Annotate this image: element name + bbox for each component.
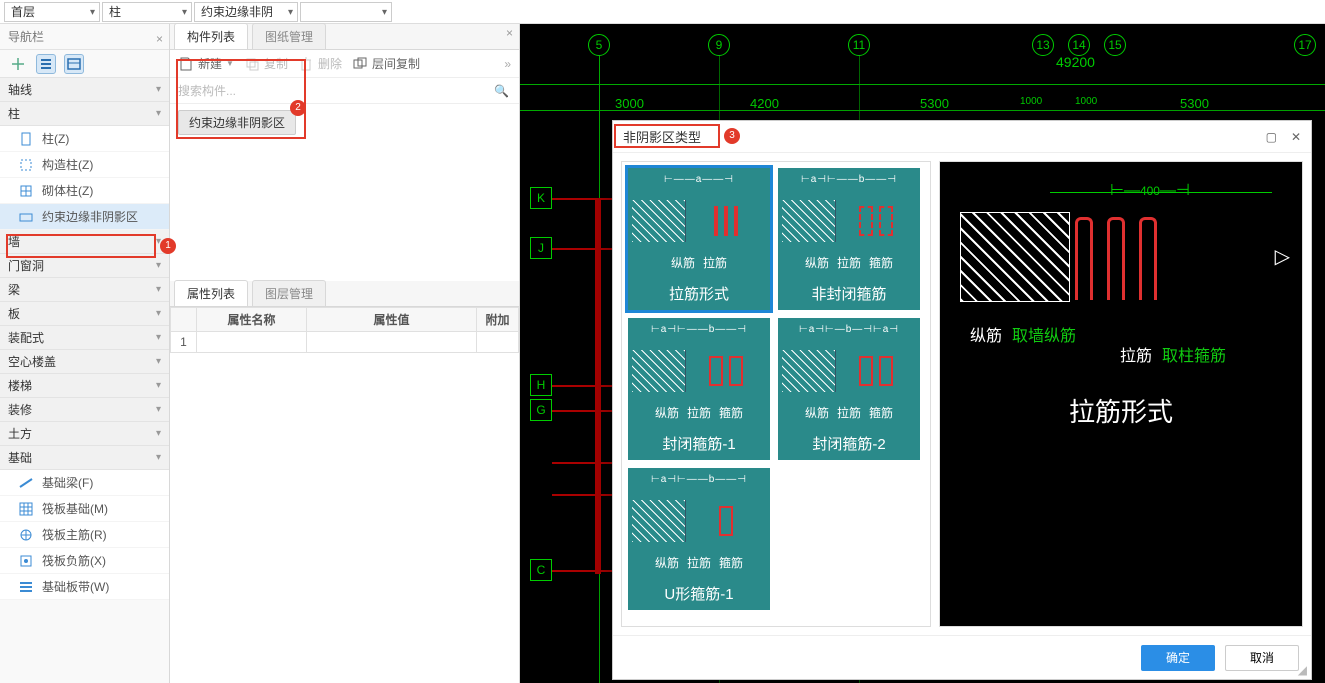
table-row[interactable]: 1 [171, 332, 519, 353]
search-input[interactable]: 搜索构件... 🔍 [170, 78, 519, 104]
category-dropdown[interactable]: 柱 [102, 2, 192, 22]
grid-bubble: 9 [708, 34, 730, 56]
detail-icon[interactable] [64, 54, 84, 74]
cat-beam[interactable]: 梁 [0, 278, 169, 302]
item-gouzao[interactable]: 构造柱(Z) [0, 152, 169, 178]
floor-copy-button[interactable]: 层间复制 [352, 55, 420, 72]
grid-bubble: 13 [1032, 34, 1054, 56]
dialog-header: 非阴影区类型 ▢ ✕ [613, 121, 1311, 153]
grid-letter: G [530, 399, 552, 421]
list-icon[interactable] [36, 54, 56, 74]
dim-label: 4200 [750, 96, 779, 111]
cat-prefab[interactable]: 装配式 [0, 326, 169, 350]
cancel-button[interactable]: 取消 [1225, 645, 1299, 671]
item-yueshu[interactable]: 约束边缘非阴影区 [0, 204, 169, 230]
type-grid: ⊢——a——⊣ 纵筋拉筋 拉筋形式 ⊢a⊣⊢——b——⊣ 纵筋拉筋箍筋 非封闭箍… [621, 161, 931, 627]
grid-letter: K [530, 187, 552, 209]
grid-bubble: 11 [848, 34, 870, 56]
grid-letter: J [530, 237, 552, 259]
cat-slab[interactable]: 板 [0, 302, 169, 326]
prop-hdr-value: 属性值 [307, 308, 477, 332]
cat-axis[interactable]: 轴线 [0, 78, 169, 102]
close-icon[interactable]: × [506, 26, 513, 40]
nav-view-icons [0, 50, 169, 78]
add-icon[interactable] [8, 54, 28, 74]
dim-label: 5300 [920, 96, 949, 111]
type-card-uxing1[interactable]: ⊢a⊣⊢——b——⊣ 纵筋拉筋箍筋 U形箍筋-1 [628, 468, 770, 610]
component-chip[interactable]: 约束边缘非阴影区 [178, 110, 296, 135]
preview-title: 拉筋形式 [940, 392, 1302, 429]
delete-button[interactable]: 删除 [298, 55, 342, 72]
resize-icon[interactable]: ◢ [1298, 663, 1307, 677]
cat-stair[interactable]: 楼梯 [0, 374, 169, 398]
item-found-beam[interactable]: 基础梁(F) [0, 470, 169, 496]
grid-bubble: 5 [588, 34, 610, 56]
sub-dropdown[interactable] [300, 2, 392, 22]
ok-button[interactable]: 确定 [1141, 645, 1215, 671]
annotation-badge-2: 2 [290, 100, 306, 116]
prop-hdr-name: 属性名称 [197, 308, 307, 332]
cat-column[interactable]: 柱 [0, 102, 169, 126]
item-raft[interactable]: 筏板基础(M) [0, 496, 169, 522]
cat-earth[interactable]: 土方 [0, 422, 169, 446]
tab-drawing-mgmt[interactable]: 图纸管理 [252, 23, 326, 49]
item-raft-main[interactable]: 筏板主筋(R) [0, 522, 169, 548]
cat-decor[interactable]: 装修 [0, 398, 169, 422]
type-dialog: 非阴影区类型 ▢ ✕ ⊢——a——⊣ 纵筋拉筋 拉筋形式 ⊢a⊣⊢——b——⊣ … [612, 120, 1312, 680]
item-qiti[interactable]: 砌体柱(Z) [0, 178, 169, 204]
grid-bubble: 17 [1294, 34, 1316, 56]
preview-dim: ⊢—400—⊣ [1110, 180, 1190, 200]
dim-label: 1000 [1020, 96, 1042, 107]
dim-label: 1000 [1075, 96, 1097, 107]
grid-bubble: 14 [1068, 34, 1090, 56]
dim-label: 3000 [615, 96, 644, 111]
cat-opening[interactable]: 门窗洞 [0, 254, 169, 278]
tab-layers[interactable]: 图层管理 [252, 280, 326, 306]
dialog-title: 非阴影区类型 [623, 127, 701, 146]
floor-dropdown[interactable]: 首层 [4, 2, 100, 22]
mid-toolbar: 新建▼ 复制 删除 层间复制 » [170, 50, 519, 78]
annotation-badge-3: 3 [724, 128, 740, 144]
close-icon[interactable]: ✕ [1291, 130, 1301, 144]
grid-letter: H [530, 374, 552, 396]
grid-bubble: 15 [1104, 34, 1126, 56]
dim-label: 49200 [1056, 54, 1095, 70]
cat-found[interactable]: 基础 [0, 446, 169, 470]
prop-tabs: 属性列表 图层管理 [170, 281, 519, 307]
prop-hdr-idx [171, 308, 197, 332]
dim-label: 5300 [1180, 96, 1209, 111]
close-icon[interactable]: × [156, 26, 163, 52]
type-dropdown[interactable]: 约束边缘非阴影 [194, 2, 298, 22]
tab-properties[interactable]: 属性列表 [174, 280, 248, 306]
nav-panel: 导航栏× 轴线 柱 柱(Z) 构造柱(Z) 砌体柱(Z) 约束边缘非阴影区 墙 … [0, 24, 170, 683]
cat-hollow[interactable]: 空心楼盖 [0, 350, 169, 374]
type-card-fengbi1[interactable]: ⊢a⊣⊢——b——⊣ 纵筋拉筋箍筋 封闭箍筋-1 [628, 318, 770, 460]
tab-component-list[interactable]: 构件列表 [174, 23, 248, 49]
maximize-icon[interactable]: ▢ [1266, 130, 1277, 144]
item-raft-strip[interactable]: 基础板带(W) [0, 574, 169, 600]
type-preview: ⊢—400—⊣ ▷ 纵筋 取墙纵筋 拉筋 取柱箍筋 拉筋形式 [939, 161, 1303, 627]
prop-hdr-extra: 附加 [477, 308, 519, 332]
top-toolbar: 首层 柱 约束边缘非阴影 [0, 0, 1325, 24]
more-icon[interactable]: » [504, 57, 511, 71]
item-raft-neg[interactable]: 筏板负筋(X) [0, 548, 169, 574]
copy-button[interactable]: 复制 [244, 55, 288, 72]
mid-tabs: 构件列表 图纸管理 × [170, 24, 519, 50]
type-card-feifengbi[interactable]: ⊢a⊣⊢——b——⊣ 纵筋拉筋箍筋 非封闭箍筋 [778, 168, 920, 310]
grid-letter: C [530, 559, 552, 581]
nav-title: 导航栏× [0, 24, 169, 50]
new-button[interactable]: 新建▼ [178, 55, 234, 72]
property-table: 属性名称 属性值 附加 1 [170, 307, 519, 353]
item-column-z[interactable]: 柱(Z) [0, 126, 169, 152]
type-card-fengbi2[interactable]: ⊢a⊣⊢—b—⊣⊢a⊣ 纵筋拉筋箍筋 封闭箍筋-2 [778, 318, 920, 460]
cat-wall[interactable]: 墙 [0, 230, 169, 254]
search-icon: 🔍 [494, 84, 509, 98]
component-panel: 构件列表 图纸管理 × 新建▼ 复制 删除 层间复制 » 搜索构件... 🔍 约… [170, 24, 520, 683]
type-card-lajin[interactable]: ⊢——a——⊣ 纵筋拉筋 拉筋形式 [628, 168, 770, 310]
annotation-badge-1: 1 [160, 238, 176, 254]
